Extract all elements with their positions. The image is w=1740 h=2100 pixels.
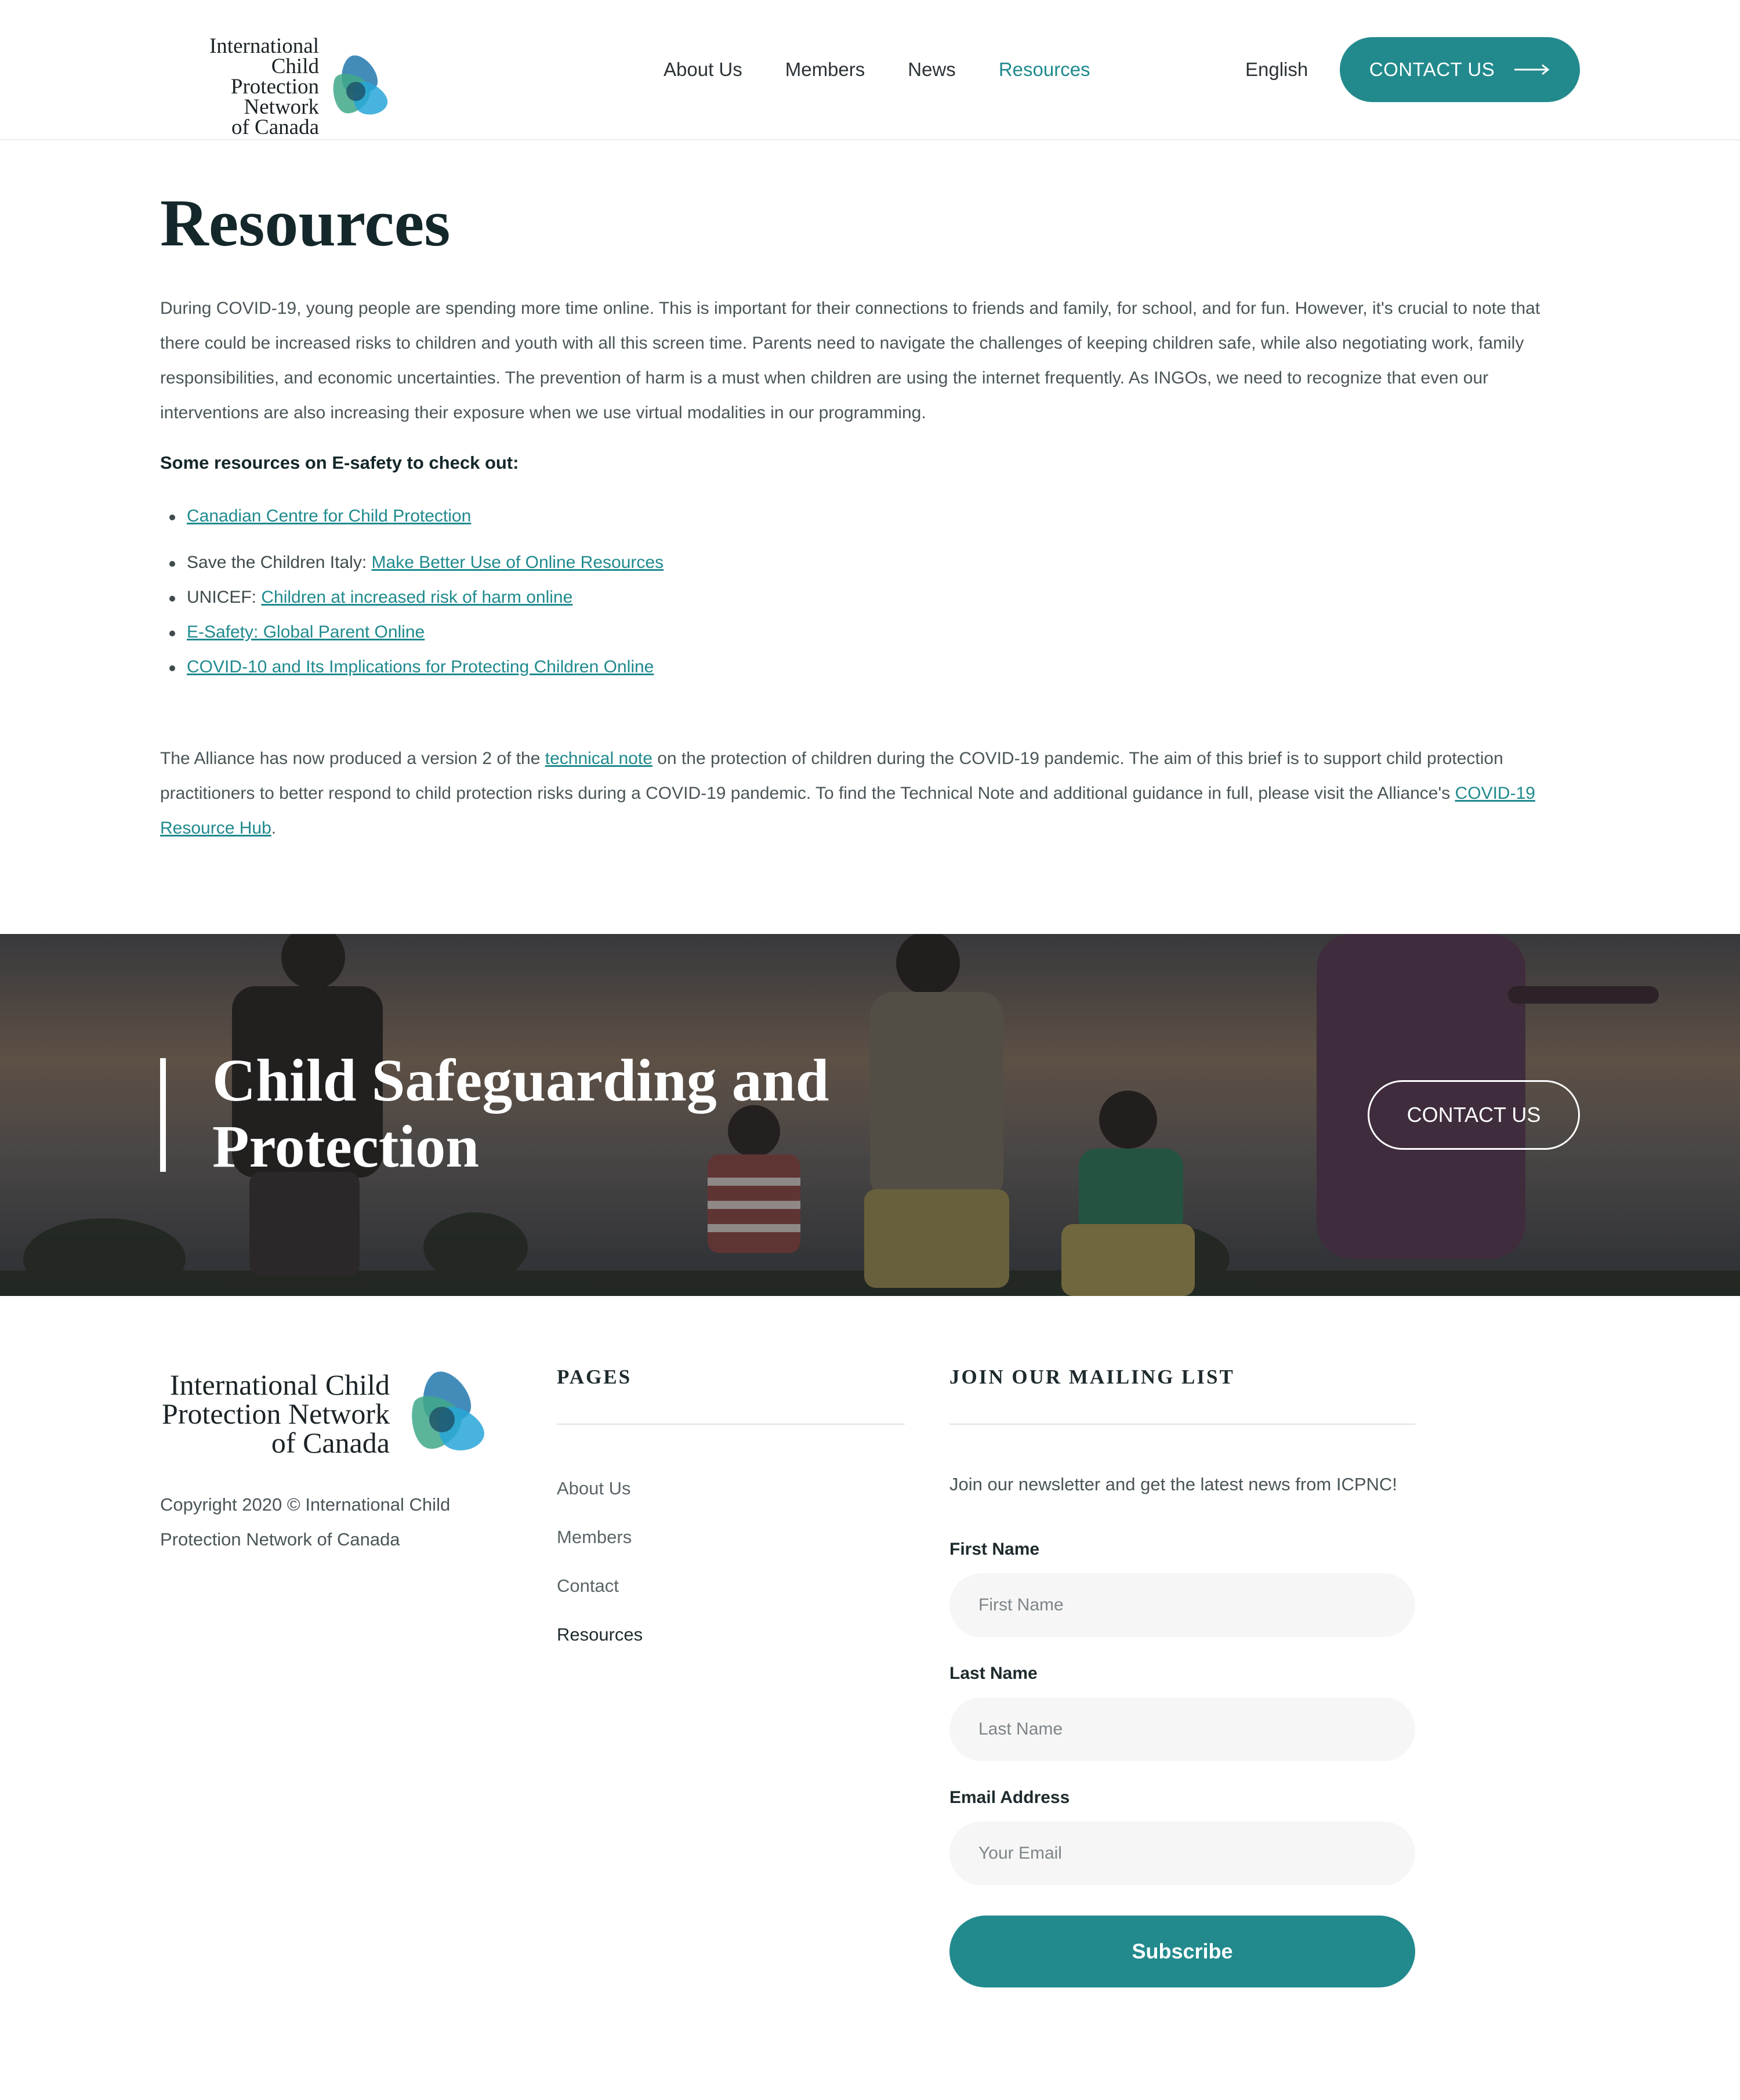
- banner-accent-bar: [160, 1058, 166, 1172]
- footer-logo-line-1: International Child: [169, 1368, 390, 1401]
- nav-members[interactable]: Members: [785, 55, 865, 85]
- footer-logo-line-2: Protection Network: [162, 1397, 390, 1430]
- mailing-divider: [949, 1424, 1415, 1425]
- footer-pages-list: About Us Members Contact Resources: [557, 1464, 643, 1659]
- alliance-text-1: The Alliance has now produced a version …: [160, 749, 545, 768]
- main-content: Resources During COVID-19, young people …: [160, 186, 1580, 846]
- site-header: International Child Protection Network o…: [0, 0, 1740, 140]
- page-title: Resources: [160, 186, 451, 260]
- technical-note-link[interactable]: technical note: [545, 749, 652, 768]
- cta-banner: Child Safeguarding and Protection CONTAC…: [0, 934, 1740, 1296]
- footer-logo[interactable]: International Child Protection Network o…: [160, 1367, 490, 1461]
- last-name-label: Last Name: [949, 1664, 1038, 1683]
- footer-logo-line-3: of Canada: [271, 1426, 390, 1459]
- alliance-text-3: .: [271, 819, 277, 838]
- resource-link-esafety[interactable]: E-Safety: Global Parent Online: [187, 622, 425, 642]
- intro-paragraph: During COVID-19, young people are spendi…: [160, 299, 1540, 422]
- site-logo[interactable]: International Child Protection Network o…: [160, 34, 393, 139]
- mailing-list-title: JOIN OUR MAILING LIST: [949, 1366, 1235, 1388]
- footer-link-about-us[interactable]: About Us: [557, 1464, 643, 1513]
- arrow-right-icon: [1514, 64, 1550, 75]
- footer-link-contact[interactable]: Contact: [557, 1562, 643, 1610]
- email-label: Email Address: [949, 1788, 1070, 1807]
- language-selector[interactable]: English: [1245, 55, 1308, 85]
- overlapping-triangles-logo-icon: [412, 1371, 484, 1451]
- list-item: UNICEF: Children at increased risk of ha…: [169, 580, 1580, 615]
- last-name-field[interactable]: [949, 1697, 1415, 1761]
- banner-title-line-1: Child Safeguarding and: [212, 1047, 829, 1114]
- footer-logo-text: International Child Protection Network o…: [160, 1370, 390, 1457]
- footer-pages-title: PAGES: [557, 1366, 632, 1388]
- site-footer: International Child Protection Network o…: [0, 1296, 1740, 2100]
- mailing-intro: Join our newsletter and get the latest n…: [949, 1474, 1397, 1494]
- main-nav: About Us Members News Resources: [664, 55, 1133, 85]
- logo-line-2: Protection Network: [230, 75, 319, 119]
- first-name-label: First Name: [949, 1540, 1040, 1559]
- banner-title-line-2: Protection: [212, 1113, 480, 1180]
- pages-divider: [557, 1424, 905, 1425]
- copyright-text: Copyright 2020 © International Child Pro…: [160, 1494, 451, 1549]
- resource-prefix: Save the Children Italy:: [187, 553, 372, 572]
- nav-resources[interactable]: Resources: [999, 55, 1090, 85]
- first-name-field[interactable]: [949, 1573, 1415, 1637]
- nav-about-us[interactable]: About Us: [664, 55, 742, 85]
- logo-text: International Child Protection Network o…: [160, 34, 319, 139]
- header-contact-label: CONTACT US: [1369, 59, 1495, 80]
- banner-title: Child Safeguarding and Protection: [212, 1048, 908, 1180]
- banner-contact-button[interactable]: CONTACT US: [1368, 1080, 1580, 1150]
- email-field[interactable]: [949, 1822, 1415, 1885]
- list-item: E-Safety: Global Parent Online: [169, 615, 1580, 650]
- logo-line-1: International Child: [209, 34, 319, 78]
- list-item: Canadian Centre for Child Protection: [169, 499, 1580, 534]
- resource-link-save-the-children[interactable]: Make Better Use of Online Resources: [372, 553, 664, 572]
- header-contact-button[interactable]: CONTACT US: [1340, 37, 1580, 102]
- alliance-paragraph: The Alliance has now produced a version …: [160, 741, 1580, 846]
- footer-link-members[interactable]: Members: [557, 1513, 643, 1562]
- overlapping-triangles-logo-icon: [333, 55, 388, 114]
- resources-list: Canadian Centre for Child Protection Sav…: [160, 499, 1580, 685]
- resources-list-heading: Some resources on E-safety to check out:: [160, 452, 519, 473]
- resource-link-ccfcp[interactable]: Canadian Centre for Child Protection: [187, 506, 471, 526]
- nav-news[interactable]: News: [908, 55, 956, 85]
- list-item: Save the Children Italy: Make Better Use…: [169, 545, 1580, 580]
- resource-link-covid-implications[interactable]: COVID-10 and Its Implications for Protec…: [187, 657, 654, 676]
- footer-link-resources[interactable]: Resources: [557, 1610, 643, 1659]
- resource-link-unicef[interactable]: Children at increased risk of harm onlin…: [261, 588, 572, 607]
- logo-line-3: of Canada: [231, 115, 319, 139]
- resource-prefix: UNICEF:: [187, 588, 262, 607]
- list-item: COVID-10 and Its Implications for Protec…: [169, 650, 1580, 685]
- subscribe-button[interactable]: Subscribe: [949, 1916, 1415, 1987]
